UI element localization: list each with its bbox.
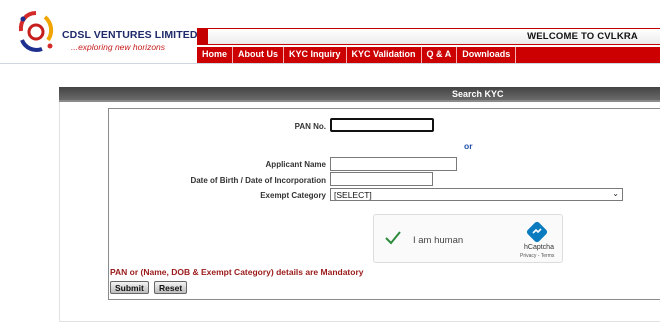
nav-q-and-a[interactable]: Q & A [421, 47, 458, 63]
hcaptcha-widget[interactable]: I am human hCaptcha Privacy - Terms [373, 214, 563, 263]
main-nav: Home About Us KYC Inquiry KYC Validation… [197, 47, 517, 63]
dob-input[interactable] [330, 172, 433, 186]
applicant-name-input[interactable] [330, 157, 457, 171]
exempt-category-label: Exempt Category [260, 191, 326, 200]
nav-downloads[interactable]: Downloads [457, 47, 517, 63]
header-divider [0, 63, 660, 64]
captcha-label: I am human [413, 235, 464, 246]
cdsl-swirl-logo-icon [18, 11, 54, 52]
chevron-down-icon: ⌄ [612, 189, 619, 198]
brand-tagline: ...exploring new horizons [71, 42, 166, 52]
mandatory-message: PAN or (Name, DOB & Exempt Category) det… [110, 267, 364, 277]
checkmark-icon[interactable] [384, 229, 402, 247]
nav-kyc-validation[interactable]: KYC Validation [346, 47, 422, 63]
exempt-category-select[interactable]: [SELECT] ⌄ [330, 188, 623, 201]
panel-title: Search KYC [452, 89, 504, 99]
hcaptcha-logo-icon [526, 221, 548, 243]
brand-logo[interactable]: CDSL VENTURES LIMITED ...exploring new h… [11, 5, 197, 60]
welcome-text: WELCOME TO CVLKRA [527, 31, 638, 42]
banner-accent [198, 29, 208, 44]
exempt-category-value: [SELECT] [334, 190, 372, 200]
pan-input[interactable] [330, 118, 434, 132]
nav-kyc-inquiry[interactable]: KYC Inquiry [284, 47, 347, 63]
nav-home[interactable]: Home [197, 47, 234, 63]
nav-about-us[interactable]: About Us [233, 47, 285, 63]
or-separator: or [464, 141, 473, 151]
pan-label: PAN No. [294, 122, 326, 131]
brand-title: CDSL VENTURES LIMITED [62, 29, 198, 41]
captcha-brand: hCaptcha [524, 244, 554, 251]
captcha-terms-link[interactable]: Privacy - Terms [520, 253, 554, 259]
panel-header: Search KYC [59, 87, 660, 102]
welcome-banner: WELCOME TO CVLKRA [197, 28, 660, 45]
dob-label: Date of Birth / Date of Incorporation [190, 176, 326, 185]
reset-button[interactable]: Reset [154, 281, 188, 294]
submit-button[interactable]: Submit [110, 281, 149, 294]
applicant-name-label: Applicant Name [265, 160, 326, 169]
